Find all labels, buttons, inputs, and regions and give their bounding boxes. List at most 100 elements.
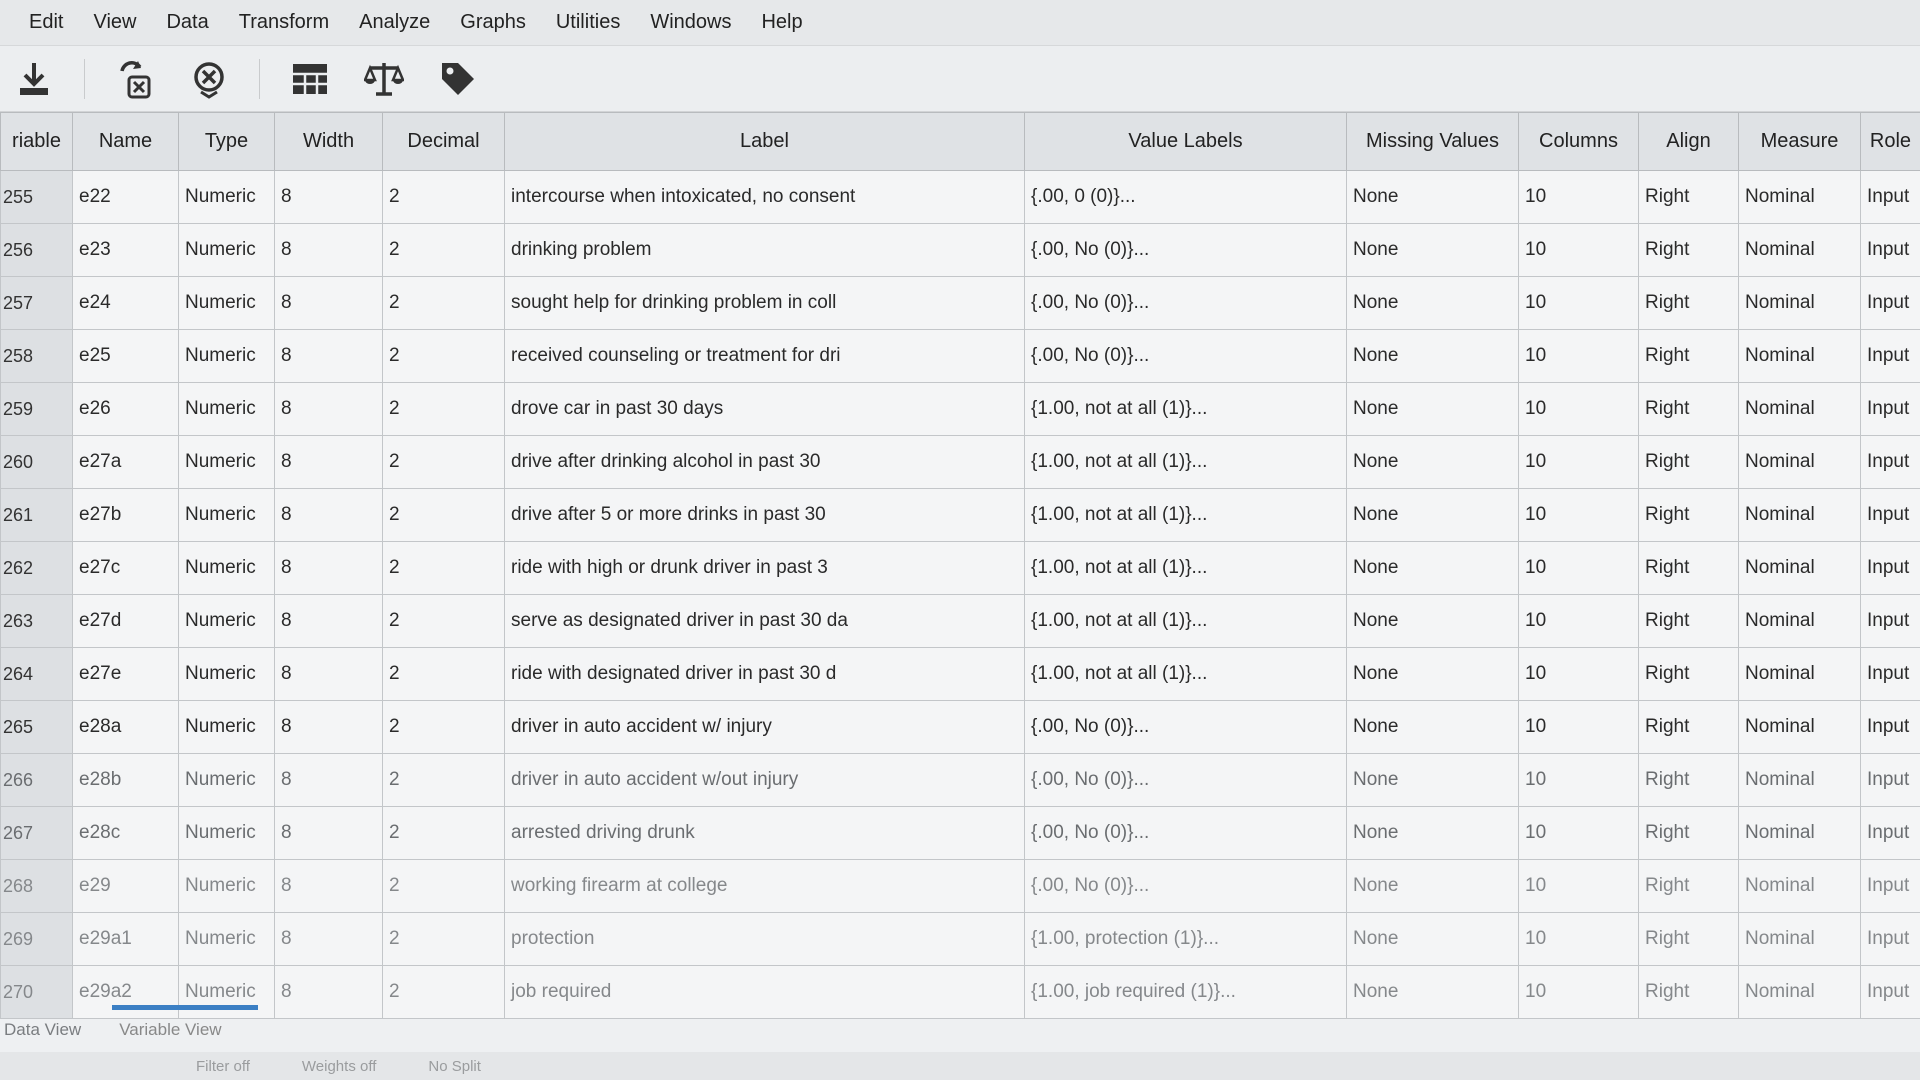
cell-value-labels[interactable]: {.00, No (0)}...	[1024, 700, 1347, 754]
cell-columns[interactable]: 10	[1518, 647, 1639, 701]
cell-align[interactable]: Right	[1638, 488, 1739, 542]
tab-variable-view[interactable]: Variable View	[115, 1020, 255, 1040]
cell-measure[interactable]: Nominal	[1738, 223, 1861, 277]
tag-icon[interactable]	[434, 55, 482, 103]
cell-measure[interactable]: Nominal	[1738, 912, 1861, 966]
cell-value-labels[interactable]: {1.00, not at all (1)}...	[1024, 541, 1347, 595]
cell-type[interactable]: Numeric	[178, 594, 275, 648]
cell-columns[interactable]: 10	[1518, 806, 1639, 860]
cell-measure[interactable]: Nominal	[1738, 329, 1861, 383]
cell-missing[interactable]: None	[1346, 647, 1519, 701]
cell-measure[interactable]: Nominal	[1738, 276, 1861, 330]
cell-type[interactable]: Numeric	[178, 223, 275, 277]
cell-num[interactable]: 257	[0, 276, 73, 330]
cell-measure[interactable]: Nominal	[1738, 806, 1861, 860]
cell-columns[interactable]: 10	[1518, 435, 1639, 489]
cell-type[interactable]: Numeric	[178, 488, 275, 542]
cell-value-labels[interactable]: {.00, No (0)}...	[1024, 329, 1347, 383]
cell-columns[interactable]: 10	[1518, 276, 1639, 330]
cell-decimal[interactable]: 2	[382, 170, 505, 224]
cell-missing[interactable]: None	[1346, 700, 1519, 754]
cell-value-labels[interactable]: {1.00, not at all (1)}...	[1024, 382, 1347, 436]
column-header-value-labels[interactable]: Value Labels	[1024, 112, 1347, 171]
column-header-decimal[interactable]: Decimal	[382, 112, 505, 171]
cell-type[interactable]: Numeric	[178, 382, 275, 436]
cell-value-labels[interactable]: {1.00, not at all (1)}...	[1024, 647, 1347, 701]
cell-columns[interactable]: 10	[1518, 753, 1639, 807]
cell-decimal[interactable]: 2	[382, 594, 505, 648]
cell-label[interactable]: ride with high or drunk driver in past 3	[504, 541, 1025, 595]
cell-measure[interactable]: Nominal	[1738, 170, 1861, 224]
variable-icon[interactable]	[111, 55, 159, 103]
cell-measure[interactable]: Nominal	[1738, 753, 1861, 807]
cell-name[interactable]: e27a	[72, 435, 179, 489]
cell-role[interactable]: Input	[1860, 276, 1920, 330]
cell-align[interactable]: Right	[1638, 276, 1739, 330]
cell-width[interactable]: 8	[274, 912, 383, 966]
cell-align[interactable]: Right	[1638, 541, 1739, 595]
cell-value-labels[interactable]: {.00, No (0)}...	[1024, 223, 1347, 277]
cell-measure[interactable]: Nominal	[1738, 700, 1861, 754]
cell-type[interactable]: Numeric	[178, 170, 275, 224]
cell-role[interactable]: Input	[1860, 700, 1920, 754]
cell-decimal[interactable]: 2	[382, 912, 505, 966]
cell-role[interactable]: Input	[1860, 753, 1920, 807]
column-header-align[interactable]: Align	[1638, 112, 1739, 171]
cell-width[interactable]: 8	[274, 594, 383, 648]
cell-align[interactable]: Right	[1638, 382, 1739, 436]
cell-missing[interactable]: None	[1346, 170, 1519, 224]
cell-num[interactable]: 261	[0, 488, 73, 542]
cell-missing[interactable]: None	[1346, 806, 1519, 860]
cell-width[interactable]: 8	[274, 435, 383, 489]
cell-num[interactable]: 262	[0, 541, 73, 595]
menu-data[interactable]: Data	[151, 11, 223, 34]
menu-edit[interactable]: Edit	[14, 11, 78, 34]
cell-columns[interactable]: 10	[1518, 541, 1639, 595]
cell-decimal[interactable]: 2	[382, 488, 505, 542]
cell-role[interactable]: Input	[1860, 223, 1920, 277]
menu-help[interactable]: Help	[746, 11, 817, 34]
cell-label[interactable]: received counseling or treatment for dri	[504, 329, 1025, 383]
cell-label[interactable]: sought help for drinking problem in coll	[504, 276, 1025, 330]
cell-decimal[interactable]: 2	[382, 276, 505, 330]
cell-type[interactable]: Numeric	[178, 700, 275, 754]
column-header-width[interactable]: Width	[274, 112, 383, 171]
cell-measure[interactable]: Nominal	[1738, 541, 1861, 595]
cell-role[interactable]: Input	[1860, 541, 1920, 595]
cell-decimal[interactable]: 2	[382, 700, 505, 754]
menu-windows[interactable]: Windows	[635, 11, 746, 34]
cell-label[interactable]: drive after 5 or more drinks in past 30	[504, 488, 1025, 542]
cell-missing[interactable]: None	[1346, 753, 1519, 807]
cell-width[interactable]: 8	[274, 276, 383, 330]
cell-align[interactable]: Right	[1638, 435, 1739, 489]
cell-num[interactable]: 265	[0, 700, 73, 754]
cell-value-labels[interactable]: {1.00, protection (1)}...	[1024, 912, 1347, 966]
cell-columns[interactable]: 10	[1518, 859, 1639, 913]
cell-role[interactable]: Input	[1860, 170, 1920, 224]
cell-value-labels[interactable]: {.00, No (0)}...	[1024, 276, 1347, 330]
cell-width[interactable]: 8	[274, 859, 383, 913]
cell-width[interactable]: 8	[274, 753, 383, 807]
cell-num[interactable]: 255	[0, 170, 73, 224]
column-header-columns[interactable]: Columns	[1518, 112, 1639, 171]
cell-align[interactable]: Right	[1638, 329, 1739, 383]
cell-num[interactable]: 266	[0, 753, 73, 807]
cell-decimal[interactable]: 2	[382, 329, 505, 383]
cell-name[interactable]: e24	[72, 276, 179, 330]
cell-name[interactable]: e27b	[72, 488, 179, 542]
cell-name[interactable]: e25	[72, 329, 179, 383]
menu-transform[interactable]: Transform	[224, 11, 344, 34]
cell-name[interactable]: e26	[72, 382, 179, 436]
menu-view[interactable]: View	[78, 11, 151, 34]
cell-type[interactable]: Numeric	[178, 912, 275, 966]
cell-missing[interactable]: None	[1346, 435, 1519, 489]
cell-name[interactable]: e23	[72, 223, 179, 277]
cell-measure[interactable]: Nominal	[1738, 382, 1861, 436]
cell-align[interactable]: Right	[1638, 859, 1739, 913]
menu-utilities[interactable]: Utilities	[541, 11, 635, 34]
cell-value-labels[interactable]: {.00, 0 (0)}...	[1024, 170, 1347, 224]
cell-measure[interactable]: Nominal	[1738, 647, 1861, 701]
cell-num[interactable]: 260	[0, 435, 73, 489]
cell-measure[interactable]: Nominal	[1738, 488, 1861, 542]
cell-type[interactable]: Numeric	[178, 806, 275, 860]
